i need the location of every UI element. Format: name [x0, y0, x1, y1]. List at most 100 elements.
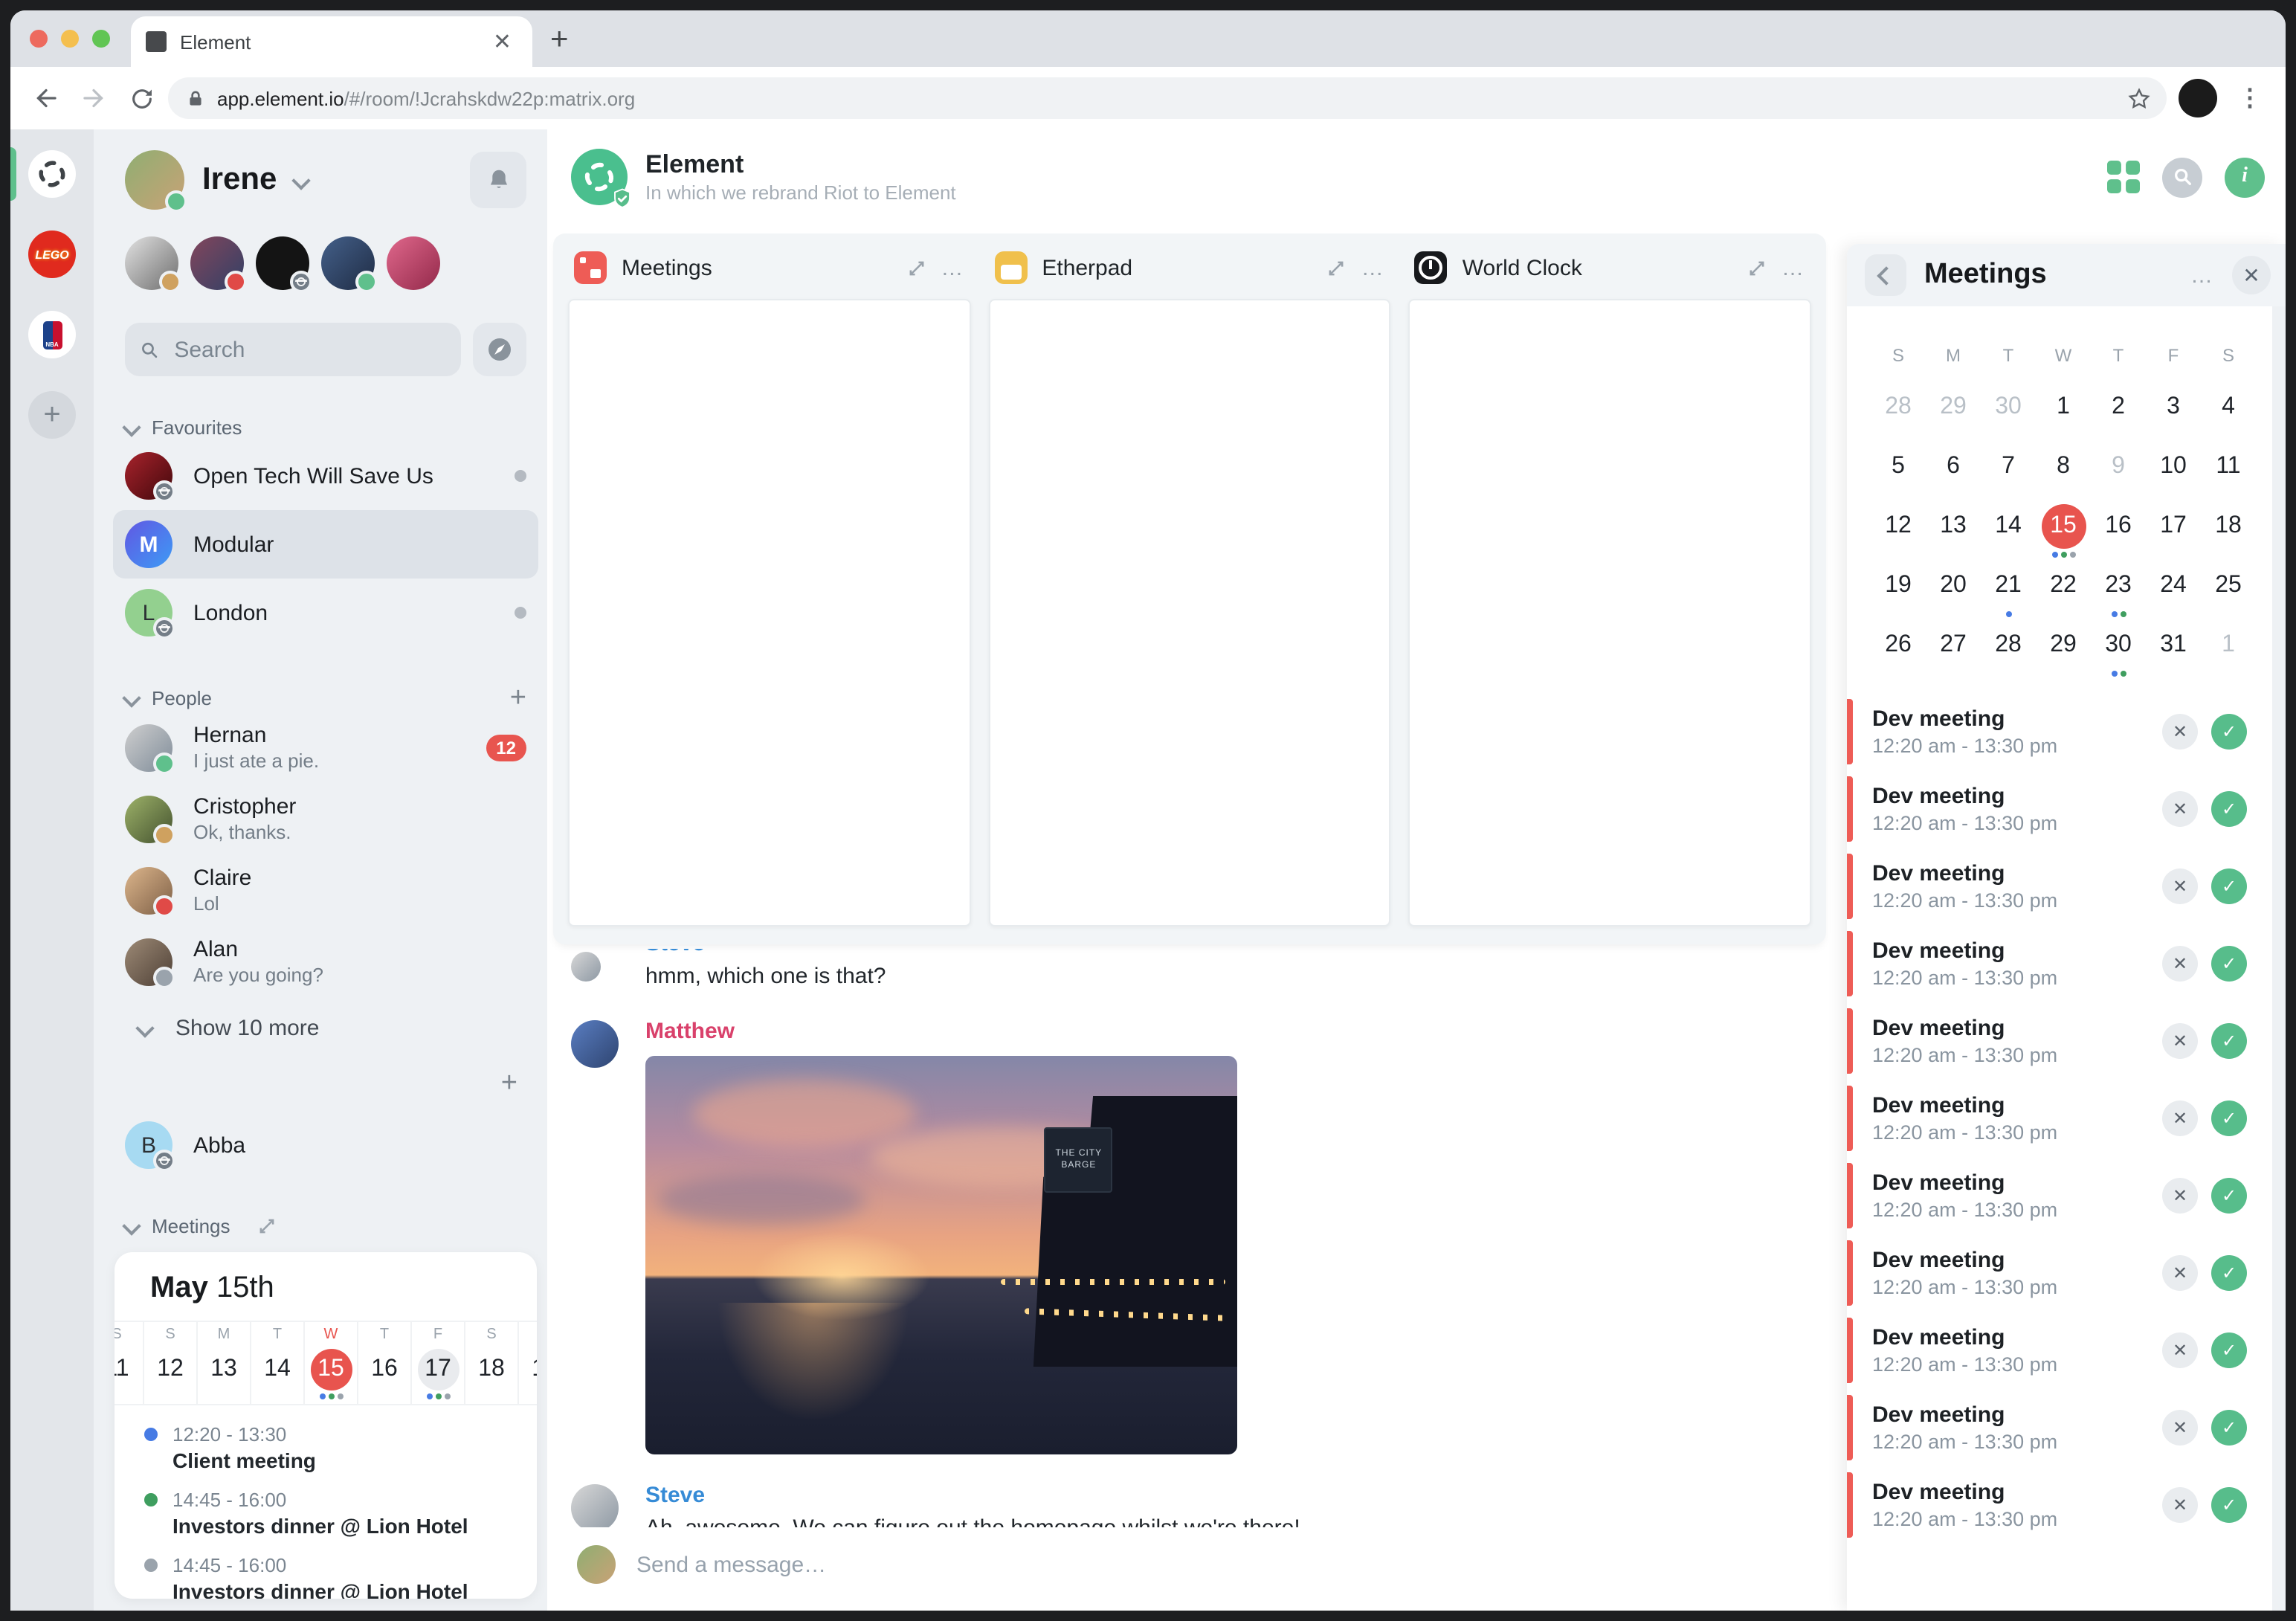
sender-name[interactable]: Steve — [645, 949, 1847, 959]
user-menu[interactable]: Irene — [125, 147, 526, 213]
message-image[interactable]: THE CITY BARGE — [645, 1056, 1237, 1454]
recent-avatar[interactable] — [387, 236, 440, 290]
calendar-day[interactable]: 10 — [2146, 437, 2201, 497]
mini-calendar-day[interactable]: T 16 — [358, 1322, 412, 1404]
accept-meeting-button[interactable]: ✓ — [2211, 1410, 2247, 1446]
calendar-day[interactable]: 31 — [2146, 616, 2201, 675]
room-list-item[interactable]: M Modular — [113, 510, 538, 579]
recent-avatar[interactable] — [321, 236, 378, 293]
sender-name[interactable]: Matthew — [645, 1019, 735, 1044]
favourites-section-header[interactable]: Favourites — [122, 412, 526, 442]
mini-calendar-day[interactable]: M 13 — [198, 1322, 251, 1404]
mini-calendar-day[interactable]: S 19 — [519, 1322, 537, 1404]
user-avatar[interactable] — [125, 150, 187, 213]
expand-icon[interactable] — [257, 1216, 277, 1235]
decline-meeting-button[interactable]: ✕ — [2162, 868, 2198, 904]
address-bar[interactable]: app.element.io/#/room/!Jcrahskdw22p:matr… — [168, 77, 2167, 119]
expand-icon[interactable] — [1747, 258, 1767, 277]
decline-meeting-button[interactable]: ✕ — [2162, 791, 2198, 827]
recent-avatar[interactable] — [190, 236, 247, 293]
calendar-day[interactable]: 4 — [2201, 378, 2256, 437]
mini-calendar-day[interactable]: T 14 — [251, 1322, 305, 1404]
calendar-day[interactable]: 20 — [1926, 556, 1981, 616]
meeting-item[interactable]: Dev meeting 12:20 am - 13:30 pm ✕ ✓ — [1847, 1240, 2247, 1306]
calendar-event[interactable]: 14:45 - 16:00 Investors dinner @ Lion Ho… — [144, 1489, 507, 1538]
notifications-button[interactable] — [470, 152, 526, 208]
meeting-item[interactable]: Dev meeting 12:20 am - 13:30 pm ✕ ✓ — [1847, 931, 2247, 996]
meeting-item[interactable]: Dev meeting 12:20 am - 13:30 pm ✕ ✓ — [1847, 854, 2247, 919]
person-list-item[interactable]: Cristopher Ok, thanks. — [125, 784, 526, 855]
room-topic[interactable]: In which we rebrand Riot to Element — [645, 179, 956, 204]
person-list-item[interactable]: Claire Lol — [125, 855, 526, 926]
room-avatar[interactable] — [571, 149, 631, 208]
sender-avatar[interactable] — [571, 952, 601, 982]
widget-body[interactable] — [988, 299, 1391, 926]
explore-button[interactable] — [473, 323, 526, 376]
accept-meeting-button[interactable]: ✓ — [2211, 1100, 2247, 1136]
calendar-day[interactable]: 22 — [2036, 556, 2091, 616]
decline-meeting-button[interactable]: ✕ — [2162, 1487, 2198, 1523]
calendar-day[interactable]: 17 — [2146, 497, 2201, 556]
new-tab-button[interactable]: + — [532, 22, 587, 67]
message[interactable]: Steve hmm, which one is that? — [571, 949, 1847, 993]
add-room-button[interactable]: + — [501, 1069, 517, 1098]
calendar-day[interactable]: 13 — [1926, 497, 1981, 556]
reload-button[interactable] — [120, 77, 162, 119]
calendar-day[interactable]: 28 — [1871, 378, 1926, 437]
calendar-day[interactable]: 19 — [1871, 556, 1926, 616]
widget-body[interactable] — [568, 299, 971, 926]
add-person-button[interactable]: + — [510, 683, 526, 712]
room-list-item[interactable]: L London — [113, 579, 538, 647]
meeting-item[interactable]: Dev meeting 12:20 am - 13:30 pm ✕ ✓ — [1847, 1008, 2247, 1074]
browser-menu-icon[interactable]: ⋮ — [2229, 83, 2271, 113]
meetings-section-header[interactable]: Meetings — [122, 1211, 526, 1240]
expand-icon[interactable] — [906, 258, 926, 277]
search-box[interactable] — [125, 323, 461, 376]
calendar-event[interactable]: 14:45 - 16:00 Investors dinner @ Lion Ho… — [144, 1554, 507, 1599]
calendar-day[interactable]: 9 — [2091, 437, 2146, 497]
calendar-day[interactable]: 8 — [2036, 437, 2091, 497]
panel-scrollbar[interactable] — [2272, 306, 2286, 1611]
widget-menu-icon[interactable]: … — [1781, 255, 1805, 280]
sender-avatar[interactable] — [571, 1020, 619, 1068]
mini-calendar-day[interactable]: F 17 — [412, 1322, 465, 1404]
calendar-day[interactable]: 27 — [1926, 616, 1981, 675]
room-search-button[interactable] — [2162, 157, 2202, 197]
window-maximize-button[interactable] — [92, 30, 110, 48]
recent-avatar[interactable] — [125, 236, 181, 293]
widget-menu-icon[interactable]: … — [941, 255, 964, 280]
bookmark-star-icon[interactable] — [2126, 86, 2152, 111]
calendar-day[interactable]: 12 — [1871, 497, 1926, 556]
panel-back-button[interactable] — [1865, 254, 1906, 296]
accept-meeting-button[interactable]: ✓ — [2211, 946, 2247, 982]
panel-menu-icon[interactable]: … — [2190, 262, 2214, 288]
accept-meeting-button[interactable]: ✓ — [2211, 1178, 2247, 1214]
accept-meeting-button[interactable]: ✓ — [2211, 1255, 2247, 1291]
accept-meeting-button[interactable]: ✓ — [2211, 1023, 2247, 1059]
calendar-day[interactable]: 11 — [2201, 437, 2256, 497]
calendar-day[interactable]: 29 — [2036, 616, 2091, 675]
calendar-day[interactable]: 28 — [1981, 616, 2036, 675]
mini-calendar-day[interactable]: W 15 — [305, 1322, 358, 1404]
accept-meeting-button[interactable]: ✓ — [2211, 791, 2247, 827]
window-minimize-button[interactable] — [61, 30, 79, 48]
forward-button[interactable] — [73, 77, 115, 119]
calendar-day[interactable]: 25 — [2201, 556, 2256, 616]
decline-meeting-button[interactable]: ✕ — [2162, 1255, 2198, 1291]
mini-calendar-day[interactable]: S 18 — [465, 1322, 519, 1404]
calendar-day[interactable]: 29 — [1926, 378, 1981, 437]
calendar-day[interactable]: 14 — [1981, 497, 2036, 556]
calendar-day[interactable]: 5 — [1871, 437, 1926, 497]
meeting-item[interactable]: Dev meeting 12:20 am - 13:30 pm ✕ ✓ — [1847, 1472, 2247, 1538]
panel-close-button[interactable]: ✕ — [2232, 256, 2271, 294]
calendar-day[interactable]: 30 — [1981, 378, 2036, 437]
mini-calendar-day[interactable]: S 11 — [115, 1322, 144, 1404]
sender-name[interactable]: Steve — [645, 1483, 705, 1508]
decline-meeting-button[interactable]: ✕ — [2162, 1100, 2198, 1136]
decline-meeting-button[interactable]: ✕ — [2162, 1178, 2198, 1214]
calendar-day[interactable]: 15 — [2036, 497, 2091, 558]
calendar-day[interactable]: 23 — [2091, 556, 2146, 617]
widget-body[interactable] — [1408, 299, 1812, 926]
show-more-button[interactable]: Show 10 more — [125, 1010, 526, 1045]
mini-calendar-day[interactable]: S 12 — [144, 1322, 198, 1404]
